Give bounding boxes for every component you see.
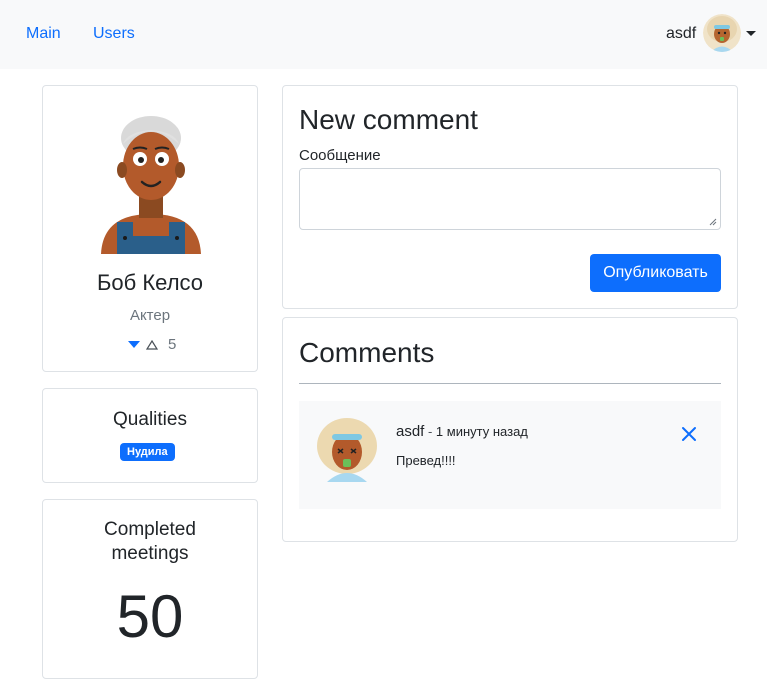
comment-separator: -	[424, 424, 436, 439]
comments-divider	[299, 383, 721, 384]
nav-link-users[interactable]: Users	[93, 25, 135, 43]
meetings-title-line2: meetings	[111, 543, 189, 564]
comments-card: Comments asdf - 1 минуту назад Превед!!!…	[282, 317, 738, 542]
message-label: Сообщение	[299, 147, 381, 164]
user-avatar-icon[interactable]	[703, 14, 741, 52]
comments-title: Comments	[299, 337, 435, 368]
message-textarea[interactable]	[299, 168, 721, 230]
comment-text: Превед!!!!	[396, 453, 456, 468]
nav-link-main[interactable]: Main	[26, 25, 61, 43]
profile-name: Боб Келсо	[96, 270, 204, 295]
comment-author: asdf - 1 минуту назад	[396, 423, 528, 440]
comment-author-avatar-icon	[316, 416, 378, 482]
qualities-title: Qualities	[113, 409, 187, 430]
close-icon[interactable]	[681, 426, 697, 442]
qualities-card: Qualities Нудила	[42, 388, 258, 483]
profile-avatar-icon	[99, 114, 203, 254]
comment-author-name[interactable]: asdf	[396, 423, 424, 440]
quality-badge: Нудила	[120, 443, 175, 461]
top-navbar: Main Users asdf	[0, 0, 767, 69]
publish-button[interactable]: Опубликовать	[590, 254, 721, 292]
rating-control: 5	[128, 336, 176, 353]
triangle-up-outline-icon[interactable]	[146, 339, 158, 350]
meetings-title-line1: Completed	[104, 519, 196, 540]
comment-timestamp: 1 минуту назад	[435, 424, 528, 439]
rating-value: 5	[168, 336, 177, 353]
profile-card: Боб Келсо Актер 5	[42, 85, 258, 372]
resize-handle-icon[interactable]	[709, 218, 717, 226]
nav-username[interactable]: asdf	[666, 25, 696, 43]
profile-role: Актер	[129, 307, 171, 324]
triangle-down-icon[interactable]	[128, 341, 140, 348]
comment-item: asdf - 1 минуту назад Превед!!!!	[299, 401, 721, 509]
dropdown-caret-icon[interactable]	[746, 31, 756, 36]
meetings-card: Completed meetings 50	[42, 499, 258, 679]
meetings-count: 50	[116, 583, 184, 650]
new-comment-title: New comment	[299, 104, 478, 135]
new-comment-card: New comment Сообщение Опубликовать	[282, 85, 738, 309]
